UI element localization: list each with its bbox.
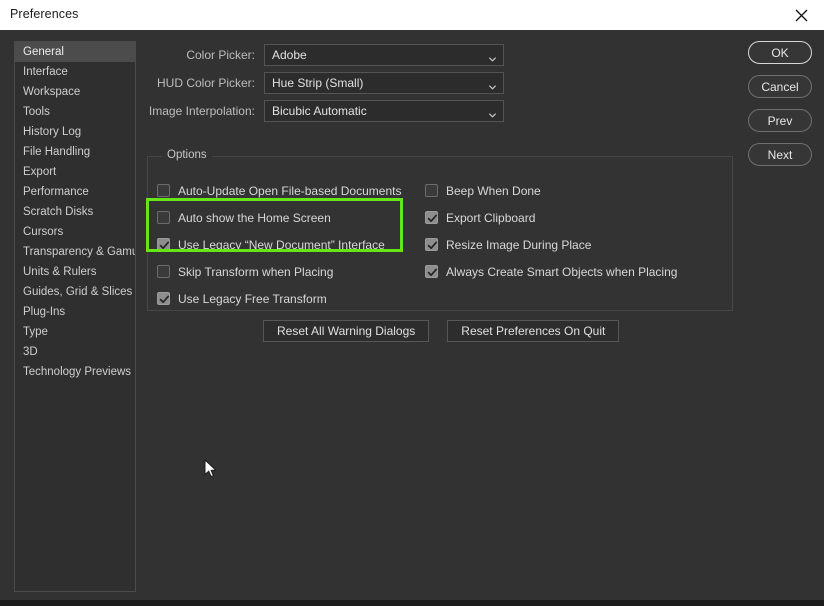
sidebar-item-cursors[interactable]: Cursors [15, 222, 135, 242]
cancel-button[interactable]: Cancel [748, 75, 812, 98]
checkbox-auto-update-open-file-based-documents[interactable]: Auto-Update Open File-based Documents [157, 177, 401, 204]
checkbox-label: Skip Transform when Placing [178, 265, 333, 279]
checkbox-always-create-smart-objects-when-placing[interactable]: Always Create Smart Objects when Placing [425, 258, 677, 285]
sidebar-item-units-rulers[interactable]: Units & Rulers [15, 262, 135, 282]
sidebar-item-interface[interactable]: Interface [15, 62, 135, 82]
checkbox-beep-when-done[interactable]: Beep When Done [425, 177, 677, 204]
options-group-label: Options [162, 149, 212, 161]
checkbox-unchecked-icon[interactable] [157, 211, 170, 224]
sidebar-item-general[interactable]: General [15, 42, 135, 62]
sidebar-item-label: 3D [23, 346, 38, 358]
next-button[interactable]: Next [748, 143, 812, 166]
close-icon [795, 9, 808, 22]
dropdown-value: Hue Strip (Small) [265, 76, 363, 90]
field-row: Color Picker:Adobe [145, 43, 504, 67]
prev-button[interactable]: Prev [748, 109, 812, 132]
checkbox-resize-image-during-place[interactable]: Resize Image During Place [425, 231, 677, 258]
checkbox-label: Use Legacy Free Transform [178, 292, 327, 306]
sidebar-item-label: Workspace [23, 86, 80, 98]
field-row: HUD Color Picker:Hue Strip (Small) [145, 71, 504, 95]
checkbox-unchecked-icon[interactable] [425, 184, 438, 197]
dropdown-hud-color-picker[interactable]: Hue Strip (Small) [264, 72, 504, 94]
sidebar-item-label: History Log [23, 126, 81, 138]
checkbox-label: Auto-Update Open File-based Documents [178, 184, 401, 198]
field-row: Image Interpolation:Bicubic Automatic [145, 99, 504, 123]
preferences-category-list[interactable]: General Interface Workspace Tools History Lo… [14, 41, 136, 592]
window-bottom-edge [0, 600, 824, 606]
checkbox-label: Use Legacy “New Document” Interface [178, 238, 385, 252]
checkbox-checked-icon[interactable] [425, 265, 438, 278]
close-button[interactable] [778, 0, 824, 30]
sidebar-item-label: Scratch Disks [23, 206, 93, 218]
sidebar-item-label: General [23, 46, 64, 58]
dialog-body: General Interface Workspace Tools History Lo… [0, 30, 824, 600]
options-column-right: Beep When Done Export Clipboard Resize Ima… [425, 177, 677, 285]
field-label: Image Interpolation: [145, 104, 264, 118]
sidebar-item-label: Type [23, 326, 48, 338]
chevron-down-icon [488, 79, 497, 88]
sidebar-item-type[interactable]: Type [15, 322, 135, 342]
checkbox-label: Beep When Done [446, 184, 541, 198]
checkbox-use-legacy-new-document-interface[interactable]: Use Legacy “New Document” Interface [157, 231, 401, 258]
sidebar-item-scratch-disks[interactable]: Scratch Disks [15, 202, 135, 222]
sidebar-item-history-log[interactable]: History Log [15, 122, 135, 142]
ok-button[interactable]: OK [748, 41, 812, 64]
preferences-content: Color Picker:AdobeHUD Color Picker:Hue S… [145, 30, 745, 600]
chevron-down-icon [488, 107, 497, 116]
sidebar-item-performance[interactable]: Performance [15, 182, 135, 202]
sidebar-item-plug-ins[interactable]: Plug-Ins [15, 302, 135, 322]
field-label: HUD Color Picker: [145, 76, 264, 90]
sidebar-item-label: File Handling [23, 146, 90, 158]
dialog-action-buttons: OK Cancel Prev Next [748, 41, 812, 177]
sidebar-item-export[interactable]: Export [15, 162, 135, 182]
sidebar-item-label: Guides, Grid & Slices [23, 286, 132, 298]
checkbox-checked-icon[interactable] [425, 238, 438, 251]
checkbox-export-clipboard[interactable]: Export Clipboard [425, 204, 677, 231]
sidebar-item-workspace[interactable]: Workspace [15, 82, 135, 102]
window-title: Preferences [10, 7, 79, 21]
sidebar-item-label: Cursors [23, 226, 63, 238]
preferences-dialog: Preferences General Interface Workspace Too… [0, 0, 824, 606]
field-label: Color Picker: [145, 48, 264, 62]
checkbox-label: Resize Image During Place [446, 238, 591, 252]
sidebar-item-label: Interface [23, 66, 68, 78]
sidebar-item-label: Plug-Ins [23, 306, 65, 318]
sidebar-item-tools[interactable]: Tools [15, 102, 135, 122]
dropdown-value: Bicubic Automatic [265, 104, 367, 118]
button-reset-preferences-on-quit[interactable]: Reset Preferences On Quit [447, 320, 619, 342]
sidebar-item-label: Export [23, 166, 56, 178]
dropdown-value: Adobe [265, 48, 307, 62]
sidebar-item-technology-previews[interactable]: Technology Previews [15, 362, 135, 382]
checkbox-skip-transform-when-placing[interactable]: Skip Transform when Placing [157, 258, 401, 285]
checkbox-checked-icon[interactable] [157, 238, 170, 251]
sidebar-item-guides-grid-slices[interactable]: Guides, Grid & Slices [15, 282, 135, 302]
checkbox-label: Always Create Smart Objects when Placing [446, 265, 677, 279]
dropdown-color-picker[interactable]: Adobe [264, 44, 504, 66]
checkbox-checked-icon[interactable] [157, 292, 170, 305]
checkbox-label: Export Clipboard [446, 211, 535, 225]
sidebar-item-transparency-gamut[interactable]: Transparency & Gamut [15, 242, 135, 262]
sidebar-item-file-handling[interactable]: File Handling [15, 142, 135, 162]
checkbox-checked-icon[interactable] [425, 211, 438, 224]
sidebar-item-label: Tools [23, 106, 50, 118]
checkbox-use-legacy-free-transform[interactable]: Use Legacy Free Transform [157, 285, 401, 312]
sidebar-item-label: Units & Rulers [23, 266, 97, 278]
checkbox-label: Auto show the Home Screen [178, 211, 331, 225]
reset-button-row: Reset All Warning Dialogs Reset Preferenc… [263, 320, 619, 342]
sidebar-item-3d[interactable]: 3D [15, 342, 135, 362]
options-group: Options Auto-Update Open File-based Docu… [147, 156, 733, 311]
sidebar-item-label: Technology Previews [23, 366, 131, 378]
checkbox-unchecked-icon[interactable] [157, 184, 170, 197]
sidebar-item-label: Transparency & Gamut [23, 246, 136, 258]
options-column-left: Auto-Update Open File-based Documents Aut… [157, 177, 401, 312]
sidebar-item-label: Performance [23, 186, 89, 198]
button-reset-all-warning-dialogs[interactable]: Reset All Warning Dialogs [263, 320, 429, 342]
title-bar: Preferences [0, 0, 824, 31]
checkbox-unchecked-icon[interactable] [157, 265, 170, 278]
dropdown-image-interpolation[interactable]: Bicubic Automatic [264, 100, 504, 122]
chevron-down-icon [488, 51, 497, 60]
checkbox-auto-show-the-home-screen[interactable]: Auto show the Home Screen [157, 204, 401, 231]
